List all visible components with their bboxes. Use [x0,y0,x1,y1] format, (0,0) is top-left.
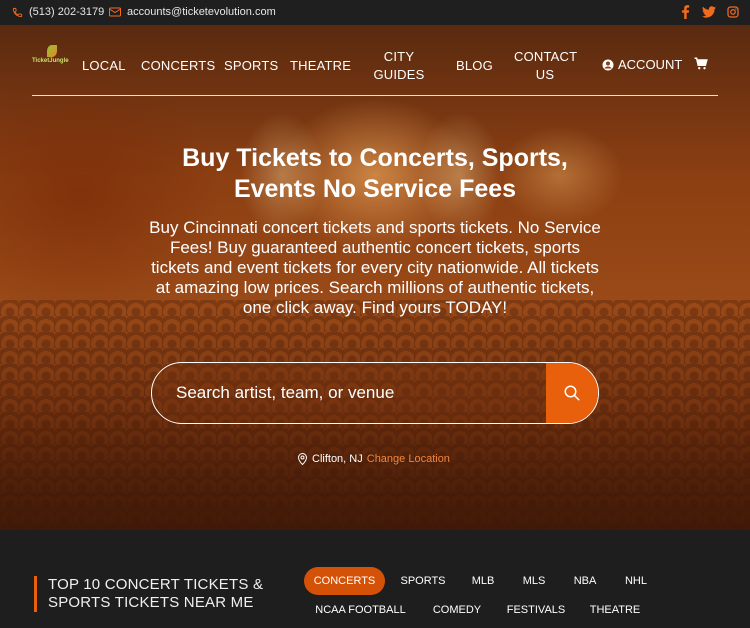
main-nav: TicketJungle LOCAL CONCERTS SPORTS THEAT… [32,25,718,96]
email-address: accounts@ticketevolution.com [127,6,276,18]
tab-theatre[interactable]: THEATRE [584,596,646,624]
site-logo[interactable]: TicketJungle [32,45,72,69]
section-accent-bar [34,576,37,612]
phone-contact[interactable]: (513) 202-3179 [12,6,104,18]
top-bar: (513) 202-3179 accounts@ticketevolution.… [0,0,750,25]
facebook-icon[interactable] [681,5,690,22]
search-bar [151,362,599,424]
hero-title-line2: Events No Service Fees [233,175,517,203]
email-contact[interactable]: accounts@ticketevolution.com [109,6,276,18]
envelope-icon [109,7,121,17]
search-icon [563,384,581,402]
nav-blog[interactable]: BLOG [456,57,493,75]
hero-title-line1: Buy Tickets to Concerts, Sports, [182,144,568,172]
hero-description: Buy Cincinnati concert tickets and sport… [149,218,601,317]
nav-city-guides-line1: CITY [383,49,415,64]
nav-city-guides-line2: GUIDES [373,67,425,82]
twitter-icon[interactable] [702,6,716,21]
map-pin-icon [298,453,307,465]
nav-contact-line1: CONTACT [514,49,578,64]
account-label: ACCOUNT [618,57,683,72]
user-circle-icon [602,59,614,71]
nav-concerts[interactable]: CONCERTS [141,57,215,75]
current-location: Clifton, NJ [312,453,363,465]
nav-contact-line2: US [535,67,555,82]
tab-mls[interactable]: MLS [515,567,553,595]
cart-icon[interactable] [694,57,708,75]
tab-nhl[interactable]: NHL [617,567,655,595]
search-input[interactable] [152,363,542,423]
crowd-shade [0,410,750,530]
section-title: TOP 10 CONCERT TICKETS & SPORTS TICKETS … [48,576,264,611]
phone-number: (513) 202-3179 [29,6,105,18]
logo-text: TicketJungle [32,58,69,64]
tab-concerts[interactable]: CONCERTS [304,567,385,595]
nav-theatre[interactable]: THEATRE [290,57,351,75]
nav-sports[interactable]: SPORTS [224,57,278,75]
nav-local[interactable]: LOCAL [82,57,126,75]
nav-contact-us[interactable]: CONTACT US [514,48,578,84]
tab-sports[interactable]: SPORTS [394,567,452,595]
tab-festivals[interactable]: FESTIVALS [502,596,570,624]
search-button[interactable] [546,363,598,423]
phone-icon [12,7,23,18]
account-link[interactable]: ACCOUNT [602,57,682,72]
tab-nba[interactable]: NBA [566,567,604,595]
nav-city-guides[interactable]: CITY GUIDES [370,48,428,84]
leaf-logo-icon [47,45,57,57]
instagram-icon[interactable] [727,6,739,21]
tab-ncaa-football[interactable]: NCAA FOOTBALL [308,596,413,624]
tab-comedy[interactable]: COMEDY [426,596,488,624]
tab-mlb[interactable]: MLB [464,567,502,595]
location-row: Clifton, NJ Change Location [298,453,450,465]
change-location-link[interactable]: Change Location [367,453,450,465]
hero-title: Buy Tickets to Concerts, Sports, Events … [125,143,625,205]
